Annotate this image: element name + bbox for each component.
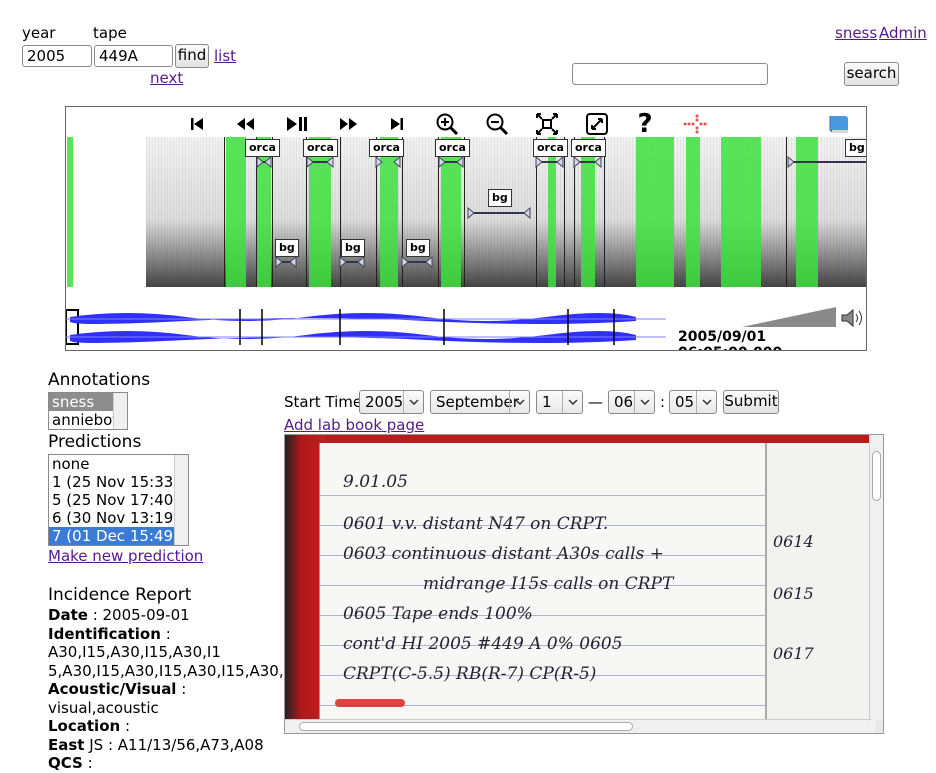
- find-button[interactable]: find: [175, 44, 209, 68]
- identification-label: Identification: [48, 624, 161, 643]
- chevron-down-icon: [562, 391, 582, 413]
- speaker-icon[interactable]: [840, 307, 864, 329]
- annotation-markers: [256, 155, 866, 269]
- add-labbook-link[interactable]: Add lab book page: [284, 416, 424, 434]
- prediction-item[interactable]: 6 (30 Nov 13:19): [49, 509, 188, 527]
- prediction-item[interactable]: none: [49, 455, 188, 473]
- zoom-out-icon[interactable]: [484, 111, 510, 137]
- search-input[interactable]: [572, 63, 768, 85]
- labbook-image: 9.01.05 0601 v.v. distant N47 on CRPT. 0…: [284, 434, 884, 734]
- scrollbar[interactable]: [113, 393, 127, 429]
- audio-viewer: ? orca orca orca orca orca orca bg bg bg…: [65, 106, 867, 351]
- east-label: East: [48, 735, 85, 754]
- incidence-title: Incidence Report: [48, 585, 192, 605]
- date-value: : 2005-09-01: [87, 606, 190, 624]
- search-button[interactable]: search: [844, 62, 899, 86]
- year-input[interactable]: 2005: [22, 45, 92, 67]
- bookmark-icon[interactable]: [826, 111, 852, 137]
- volume-slider[interactable]: [742, 307, 838, 327]
- identification-value: A30,I15,A30,I15,A30,I1: [48, 643, 221, 661]
- list-link[interactable]: list: [214, 47, 236, 65]
- play-pause-icon[interactable]: [284, 111, 310, 137]
- handwriting-right: 0614 0615 0617: [773, 532, 814, 663]
- user-link[interactable]: sness: [835, 24, 877, 42]
- skip-end-icon[interactable]: [384, 111, 410, 137]
- hour-select[interactable]: 06: [608, 390, 655, 414]
- scrollbar[interactable]: [174, 455, 188, 545]
- day-select[interactable]: 1: [536, 390, 583, 414]
- admin-link[interactable]: Admin: [879, 24, 927, 42]
- horizontal-scrollbar[interactable]: [285, 719, 871, 733]
- time-separator: —: [588, 393, 603, 411]
- colon: :: [660, 393, 666, 411]
- chevron-down-icon: [509, 391, 529, 413]
- fullscreen-icon[interactable]: [584, 111, 610, 137]
- year-select[interactable]: 2005: [359, 390, 424, 414]
- chevron-down-icon: [634, 391, 654, 413]
- prediction-item[interactable]: 1 (25 Nov 15:33): [49, 473, 188, 491]
- skip-start-icon[interactable]: [184, 111, 210, 137]
- incidence-report: Date : 2005-09-01 Identification : A30,I…: [48, 606, 308, 772]
- rewind-icon[interactable]: [232, 111, 258, 137]
- tape-label: tape: [93, 24, 127, 42]
- submit-button[interactable]: Submit: [723, 390, 779, 414]
- month-select[interactable]: September: [430, 390, 530, 414]
- fast-forward-icon[interactable]: [336, 111, 362, 137]
- next-link[interactable]: next: [150, 69, 183, 87]
- zoom-in-icon[interactable]: [434, 111, 460, 137]
- prediction-item[interactable]: 7 (01 Dec 15:49): [49, 527, 188, 545]
- spectrogram[interactable]: orca orca orca orca orca orca bg bg bg b…: [66, 137, 866, 287]
- identification-value: 5,A30,I15,A30,I15,A30,I15,A30,I15: [48, 661, 308, 680]
- chevron-down-icon: [696, 391, 716, 413]
- vertical-scrollbar[interactable]: [869, 435, 883, 721]
- annotations-title: Annotations: [48, 370, 151, 390]
- qcs-label: QCS: [48, 754, 83, 772]
- minute-select[interactable]: 05: [669, 390, 717, 414]
- make-prediction-link[interactable]: Make new prediction: [48, 547, 203, 565]
- tape-input[interactable]: 449A: [94, 45, 173, 67]
- fit-icon[interactable]: [534, 111, 560, 137]
- crosshair-icon[interactable]: [682, 111, 708, 137]
- waveform[interactable]: [66, 307, 666, 347]
- location-label: Location: [48, 717, 121, 735]
- east-value: JS : A11/13/56,A73,A08: [84, 735, 264, 754]
- predictions-list[interactable]: none 1 (25 Nov 15:33) 5 (25 Nov 17:40) 6…: [48, 454, 189, 546]
- predictions-title: Predictions: [48, 432, 142, 452]
- date-label: Date: [48, 606, 88, 624]
- year-label: year: [22, 24, 56, 42]
- chevron-down-icon: [403, 391, 423, 413]
- annotations-list[interactable]: sness anniebot: [48, 392, 128, 430]
- timestamp: 2005/09/01 06:05:00.000: [678, 329, 782, 350]
- start-time-label: Start Time: [284, 393, 363, 411]
- help-icon[interactable]: ?: [632, 109, 658, 139]
- handwriting: 9.01.05 0601 v.v. distant N47 on CRPT. 0…: [343, 472, 674, 684]
- acoustic-visual-label: Acoustic/Visual: [48, 680, 177, 698]
- prediction-item[interactable]: 5 (25 Nov 17:40): [49, 491, 188, 509]
